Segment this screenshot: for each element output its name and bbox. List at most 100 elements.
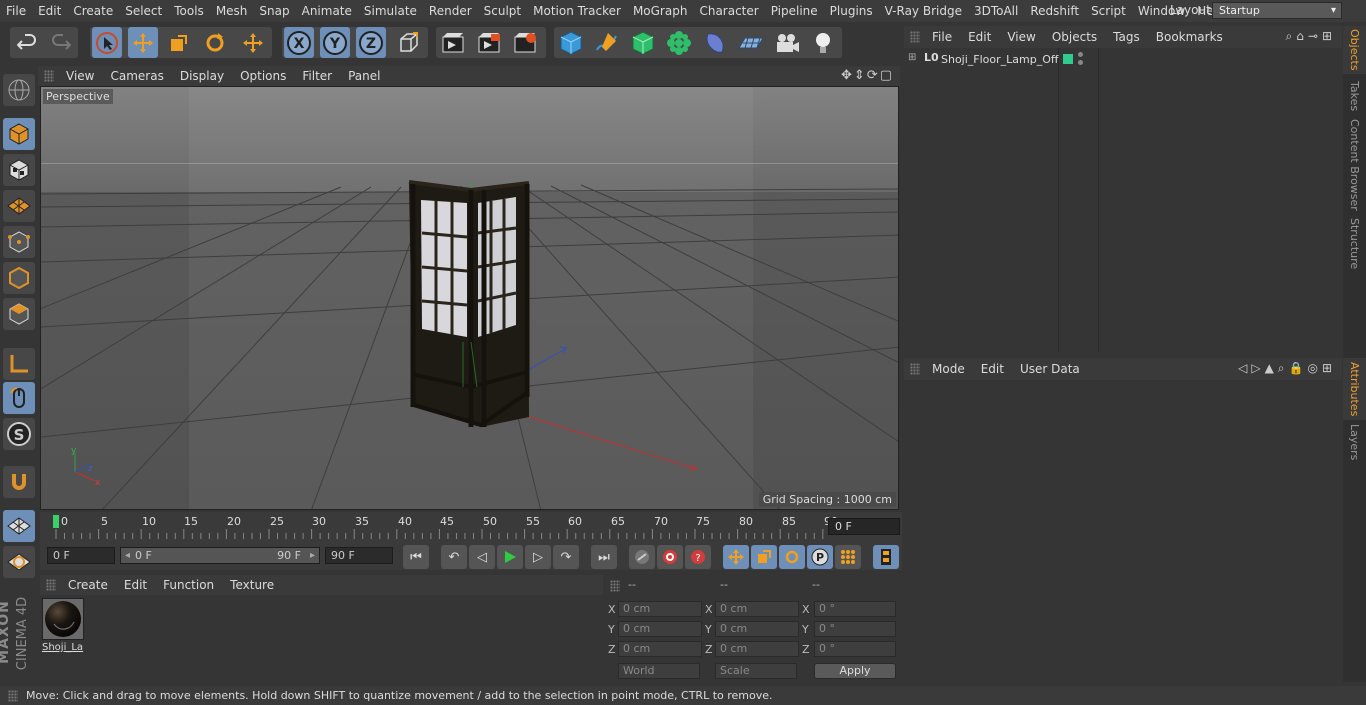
menu-plugins[interactable]: Plugins (824, 0, 879, 22)
size-mode-select[interactable]: Scale (715, 663, 797, 679)
render-picture-viewer-icon[interactable] (474, 27, 504, 58)
undo-icon[interactable] (12, 27, 42, 58)
previous-frame-icon[interactable]: ◁ (469, 545, 495, 569)
start-frame-field[interactable]: 0 F (47, 547, 115, 564)
attributes-menu-edit[interactable]: Edit (973, 362, 1012, 376)
next-key-icon[interactable]: ↷ (553, 545, 579, 569)
viewport-menu-panel[interactable]: Panel (340, 66, 388, 86)
object-name[interactable]: Shoji_Floor_Lamp_Off (941, 53, 1058, 66)
snap-icon[interactable]: S (3, 418, 35, 450)
cloner-icon[interactable] (664, 27, 694, 58)
key-position-icon[interactable] (723, 545, 749, 569)
menu-select[interactable]: Select (119, 0, 168, 22)
timeline-window-icon[interactable] (873, 545, 899, 569)
coordinate-system-icon[interactable] (394, 27, 424, 58)
y-axis-lock-icon[interactable]: Y (320, 27, 350, 58)
object-menu-file[interactable]: File (924, 30, 960, 44)
deformer-icon[interactable] (700, 27, 730, 58)
3d-viewport[interactable]: y x z Perspective Grid Spacing : 1000 cm (40, 86, 899, 510)
tab-layers[interactable]: Layers (1343, 422, 1366, 462)
menu-tools[interactable]: Tools (168, 0, 210, 22)
viewport-menu-cameras[interactable]: Cameras (102, 66, 171, 86)
material-menu-edit[interactable]: Edit (116, 578, 155, 592)
menu-animate[interactable]: Animate (296, 0, 358, 22)
scale-tool-icon[interactable] (164, 27, 194, 58)
timeline-ruler[interactable]: 0 5 10 15 20 25 30 35 40 45 50 55 60 65 … (40, 512, 902, 542)
coordinate-space-select[interactable]: World (618, 663, 700, 679)
layout-select[interactable]: Startup (1212, 2, 1342, 19)
menu-render[interactable]: Render (423, 0, 478, 22)
cube-icon[interactable] (556, 27, 586, 58)
attributes-menu-mode[interactable]: Mode (924, 362, 973, 376)
attributes-header-icons[interactable]: ◁▷▲⌕🔒◎⊞ (1238, 361, 1336, 376)
position-y-field[interactable]: 0 cm (618, 621, 702, 637)
render-settings-icon[interactable] (510, 27, 540, 58)
size-y-field[interactable]: 0 cm (715, 621, 799, 637)
floor-icon[interactable] (736, 27, 766, 58)
edges-mode-icon[interactable] (3, 262, 35, 294)
previous-key-icon[interactable]: ↶ (441, 545, 467, 569)
rotation-p-field[interactable]: 0 ° (814, 621, 896, 637)
editor-visibility-dot[interactable] (1078, 52, 1083, 57)
make-editable-icon[interactable] (3, 74, 35, 106)
material-menu-function[interactable]: Function (155, 578, 222, 592)
polygons-mode-icon[interactable] (3, 298, 35, 330)
workplane-lock-icon[interactable] (3, 510, 35, 542)
menu-redshift[interactable]: Redshift (1024, 0, 1085, 22)
viewport-menu-options[interactable]: Options (232, 66, 294, 86)
menu-sculpt[interactable]: Sculpt (478, 0, 527, 22)
layer-color-swatch[interactable] (1063, 54, 1073, 64)
position-z-field[interactable]: 0 cm (618, 641, 702, 657)
redo-icon[interactable] (46, 27, 76, 58)
magnet-icon[interactable] (3, 466, 35, 498)
grip-icon[interactable] (46, 579, 56, 591)
viewport-nav-icons[interactable]: ✥⇕⟳▢ (841, 68, 894, 83)
position-x-field[interactable]: 0 cm (618, 601, 702, 617)
object-row[interactable]: ⊞ L0 Shoji_Floor_Lamp_Off (904, 51, 1342, 69)
playhead[interactable] (53, 515, 59, 528)
light-icon[interactable] (808, 27, 838, 58)
menu-pipeline[interactable]: Pipeline (765, 0, 824, 22)
tab-structure[interactable]: Structure (1343, 214, 1366, 274)
material-swatch[interactable]: Shoji_La (42, 598, 86, 656)
object-menu-edit[interactable]: Edit (960, 30, 999, 44)
viewport-menu-display[interactable]: Display (172, 66, 232, 86)
recent-tool-icon[interactable] (238, 27, 268, 58)
subdivision-surface-icon[interactable] (628, 27, 658, 58)
current-frame-field[interactable]: 0 F (828, 518, 900, 535)
frame-range-slider[interactable]: ◂ 0 F 90 F ▸ (120, 547, 320, 564)
tab-content-browser[interactable]: Content Browser (1343, 118, 1366, 212)
menu-motion-tracker[interactable]: Motion Tracker (527, 0, 627, 22)
menu-mograph[interactable]: MoGraph (627, 0, 694, 22)
attributes-menu-user-data[interactable]: User Data (1012, 362, 1088, 376)
next-frame-icon[interactable]: ▷ (525, 545, 551, 569)
key-parameter-icon[interactable]: P (807, 545, 833, 569)
grip-icon[interactable] (610, 580, 620, 592)
grip-icon[interactable] (910, 31, 920, 43)
viewport-menu-view[interactable]: View (58, 66, 102, 86)
menu-file[interactable]: File (0, 0, 32, 22)
play-icon[interactable] (497, 545, 523, 569)
tab-attributes[interactable]: Attributes (1343, 358, 1366, 420)
autokey-icon[interactable] (657, 545, 683, 569)
live-selection-icon[interactable] (92, 27, 122, 58)
viewport-menu-filter[interactable]: Filter (294, 66, 340, 86)
texture-mode-icon[interactable] (3, 154, 35, 186)
tweak-mode-icon[interactable] (3, 382, 35, 414)
x-axis-lock-icon[interactable]: X (284, 27, 314, 58)
key-scale-icon[interactable] (751, 545, 777, 569)
grip-icon[interactable] (44, 70, 54, 82)
rotate-tool-icon[interactable] (200, 27, 230, 58)
rotation-h-field[interactable]: 0 ° (814, 601, 896, 617)
object-menu-tags[interactable]: Tags (1105, 30, 1148, 44)
render-visibility-dot[interactable] (1078, 60, 1083, 65)
workplane-mode-icon[interactable] (3, 190, 35, 222)
expand-icon[interactable]: ⊞ (908, 52, 916, 63)
menu-character[interactable]: Character (693, 0, 764, 22)
size-x-field[interactable]: 0 cm (715, 601, 799, 617)
object-menu-view[interactable]: View (999, 30, 1043, 44)
menu-simulate[interactable]: Simulate (358, 0, 423, 22)
size-z-field[interactable]: 0 cm (715, 641, 799, 657)
key-pla-icon[interactable] (835, 545, 861, 569)
object-menu-objects[interactable]: Objects (1044, 30, 1105, 44)
